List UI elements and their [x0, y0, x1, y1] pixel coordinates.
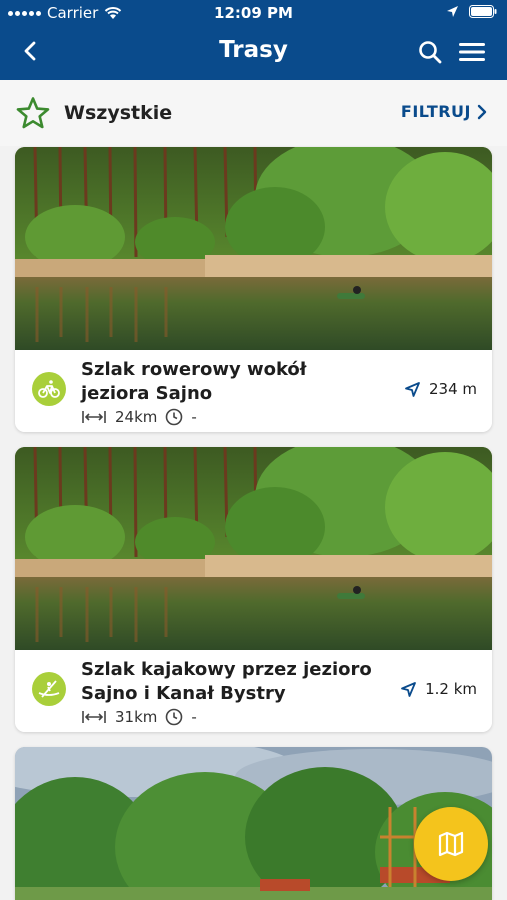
route-distance: 1.2 km [400, 680, 477, 698]
route-name: Szlak kajakowy przez jezioro Sajno i Kan… [81, 659, 372, 704]
chevron-right-icon [477, 104, 487, 119]
category-filter-bar: Wszystkie FILTRUJ [0, 80, 507, 146]
route-photo [15, 147, 492, 350]
location-arrow-icon [447, 6, 458, 17]
route-info: Szlak kajakowy przez jezioro Sajno i Kan… [15, 650, 492, 732]
length-icon [82, 711, 106, 723]
kayak-icon [32, 672, 66, 706]
filter-label: FILTRUJ [400, 102, 471, 121]
category-label[interactable]: Wszystkie [64, 102, 172, 124]
route-info: Szlak rowerowy wokół jeziora Sajno 24km … [15, 350, 492, 432]
route-distance-value: 1.2 km [425, 680, 477, 698]
route-length: 31km [115, 708, 158, 726]
status-bar: Carrier 12:09 PM [0, 0, 507, 26]
route-name: Szlak rowerowy wokół jeziora Sajno [81, 359, 307, 404]
clock-icon [166, 708, 183, 726]
search-icon[interactable] [417, 39, 443, 65]
map-view-button[interactable] [414, 807, 488, 881]
navigation-arrow-icon [405, 381, 420, 397]
length-icon [82, 411, 106, 423]
route-meta: 24km - [81, 408, 197, 426]
route-distance: 234 m [404, 380, 477, 398]
star-icon [16, 97, 50, 129]
bicycle-icon [32, 372, 66, 406]
route-duration: - [191, 708, 197, 726]
clock-icon [166, 408, 183, 426]
route-duration: - [191, 408, 197, 426]
route-photo [15, 447, 492, 650]
route-distance-value: 234 m [428, 380, 477, 398]
map-icon [438, 831, 464, 857]
route-meta: 31km - [81, 708, 197, 726]
navigation-arrow-icon [401, 681, 416, 697]
route-length: 24km [115, 408, 158, 426]
route-card[interactable]: Szlak rowerowy wokół jeziora Sajno 24km … [15, 147, 492, 432]
app-header: Carrier 12:09 PM Trasy [0, 0, 507, 80]
filter-button[interactable]: FILTRUJ [401, 102, 487, 121]
nav-bar: Trasy [0, 30, 507, 74]
clock: 12:09 PM [214, 4, 293, 22]
hamburger-menu-icon[interactable] [457, 40, 487, 64]
battery-icon [469, 5, 497, 18]
route-card[interactable]: Szlak kajakowy przez jezioro Sajno i Kan… [15, 447, 492, 732]
